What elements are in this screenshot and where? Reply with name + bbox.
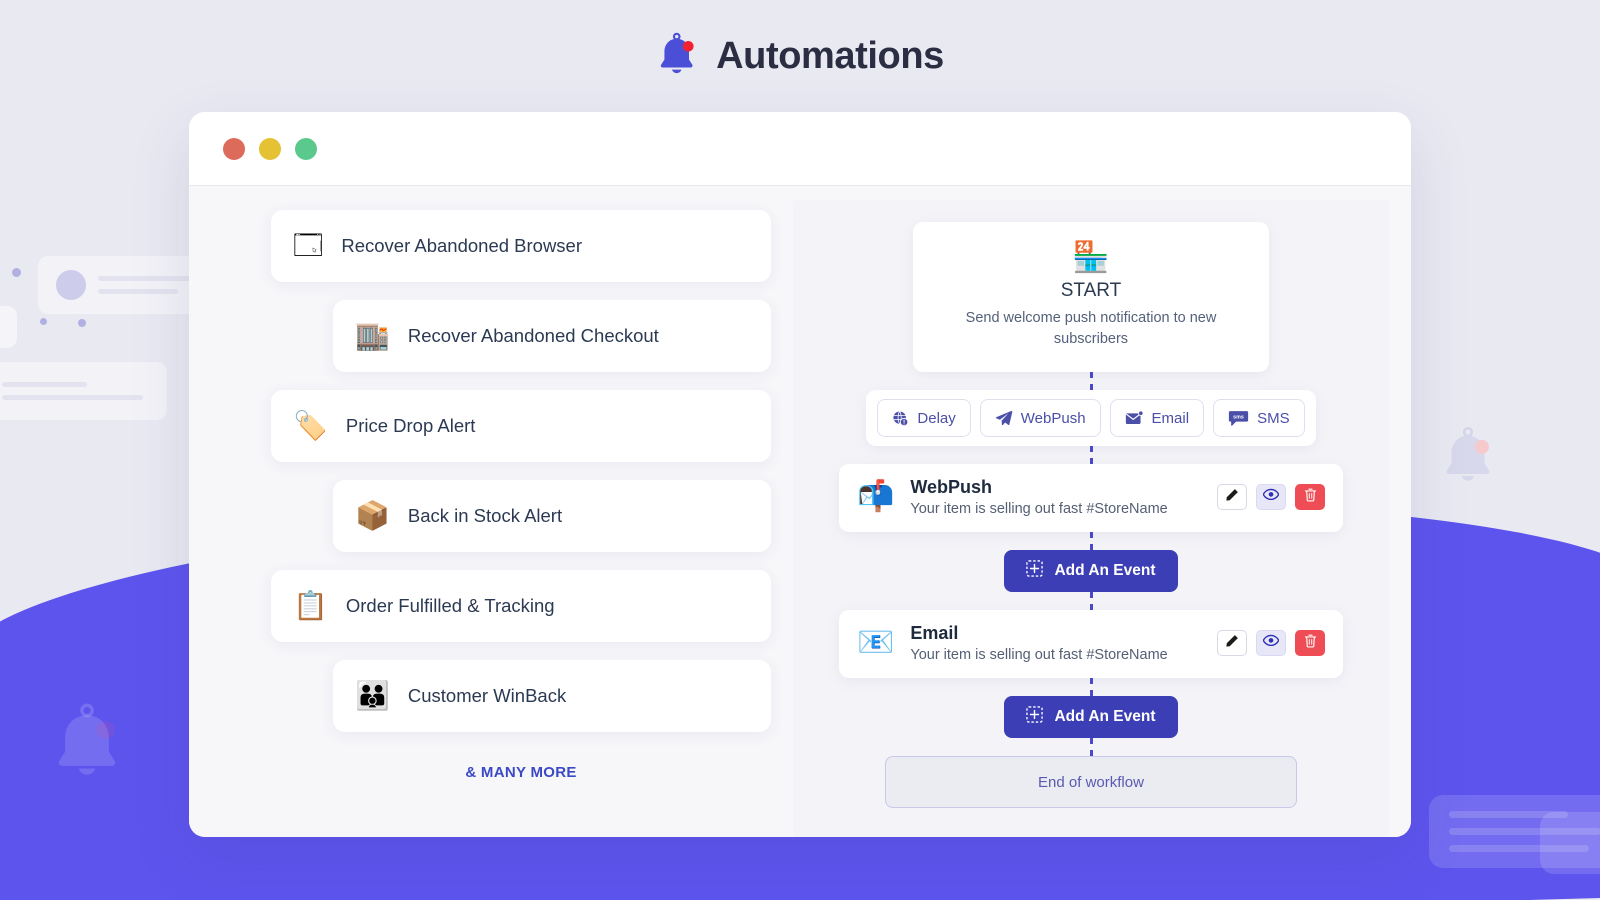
trash-icon	[1304, 634, 1317, 653]
stock-box-icon: 📦	[355, 500, 390, 531]
decorative-ghost-card	[0, 306, 17, 348]
decorative-dot	[40, 318, 47, 325]
action-chip-label: Delay	[917, 409, 956, 427]
browser-window-icon: 🗔️	[293, 230, 324, 261]
action-chip-label: Email	[1151, 409, 1190, 427]
trash-icon	[1304, 488, 1317, 507]
sms-bubble-icon: sms	[1228, 410, 1249, 427]
maximize-dot[interactable]	[295, 137, 317, 160]
template-card-label: Order Fulfilled & Tracking	[345, 595, 555, 616]
close-dot[interactable]	[223, 137, 245, 160]
event-type-toolbar: Delay WebPush Email sms SMS	[866, 390, 1316, 447]
workflow-connector	[1089, 678, 1093, 697]
clock-globe-icon	[892, 410, 909, 427]
template-card-back-in-stock-alert[interactable]: 📦 Back in Stock Alert	[333, 480, 771, 552]
start-node-subtitle: Send welcome push notification to new su…	[965, 310, 1217, 348]
decorative-ghost-card	[0, 362, 167, 420]
page-header: Automations	[0, 0, 1600, 112]
customers-hearts-icon: 👪	[355, 680, 390, 711]
page-title: Automations	[716, 34, 944, 77]
event-card-title: WebPush	[910, 477, 993, 498]
action-chip-webpush[interactable]: WebPush	[979, 399, 1101, 438]
pencil-icon	[1225, 488, 1239, 507]
end-of-workflow-label: End of workflow	[1038, 773, 1144, 791]
bell-notification-icon	[656, 30, 700, 82]
browser-window-mockup: 🗔️ Recover Abandoned Browser 🏬 Recover A…	[189, 112, 1411, 837]
template-card-label: Back in Stock Alert	[407, 505, 563, 526]
template-card-label: Price Drop Alert	[345, 415, 476, 436]
end-of-workflow-banner: End of workflow	[885, 756, 1297, 809]
workflow-connector	[1089, 446, 1093, 465]
add-square-icon	[1026, 706, 1044, 728]
storefront-icon: 🏪	[1072, 241, 1110, 274]
workflow-canvas: 🏪 START Send welcome push notification t…	[793, 200, 1389, 837]
add-event-button-1[interactable]: Add An Event	[1004, 550, 1178, 593]
webpush-badge-icon: 📬	[857, 480, 895, 514]
price-tags-icon: 🏷️	[293, 410, 328, 441]
ghost-avatar	[56, 270, 86, 300]
storefront-cart-icon: 🏬	[355, 320, 390, 351]
action-chip-email[interactable]: Email	[1109, 399, 1205, 438]
paper-plane-icon	[995, 409, 1013, 427]
delete-event-button[interactable]	[1295, 630, 1325, 657]
workflow-connector	[1089, 592, 1093, 611]
workflow-start-node[interactable]: 🏪 START Send welcome push notification t…	[913, 222, 1269, 373]
workflow-connector	[1089, 532, 1093, 551]
preview-event-button[interactable]	[1256, 484, 1286, 511]
many-more-link[interactable]: & MANY MORE	[271, 764, 771, 781]
template-card-label: Recover Abandoned Checkout	[407, 325, 659, 346]
action-chip-sms[interactable]: sms SMS	[1213, 399, 1305, 438]
envelope-icon	[1125, 410, 1144, 426]
edit-event-button[interactable]	[1217, 630, 1247, 657]
start-node-title: START	[1060, 280, 1122, 301]
pencil-icon	[1225, 634, 1239, 653]
template-card-label: Customer WinBack	[407, 685, 567, 706]
template-card-customer-winback[interactable]: 👪 Customer WinBack	[333, 660, 771, 732]
eye-icon	[1262, 634, 1280, 652]
delete-event-button[interactable]	[1295, 484, 1325, 511]
workflow-connector	[1089, 738, 1093, 757]
event-card-actions	[1217, 630, 1325, 657]
window-body: 🗔️ Recover Abandoned Browser 🏬 Recover A…	[189, 186, 1411, 837]
workflow-event-card-email[interactable]: 📧 Email Your item is selling out fast #S…	[839, 610, 1343, 679]
template-card-order-fulfilled-tracking[interactable]: 📋 Order Fulfilled & Tracking	[271, 570, 771, 642]
eye-icon	[1262, 488, 1280, 506]
edit-event-button[interactable]	[1217, 484, 1247, 511]
clipboard-parcel-icon: 📋	[293, 590, 328, 621]
template-card-recover-abandoned-checkout[interactable]: 🏬 Recover Abandoned Checkout	[333, 300, 771, 372]
email-envelope-icon: 📧	[857, 626, 895, 660]
svg-text:sms: sms	[1233, 414, 1244, 420]
add-event-button-2[interactable]: Add An Event	[1004, 696, 1178, 739]
action-chip-label: WebPush	[1020, 409, 1086, 427]
workflow-event-card-webpush[interactable]: 📬 WebPush Your item is selling out fast …	[839, 464, 1343, 533]
event-card-actions	[1217, 484, 1325, 511]
action-chip-delay[interactable]: Delay	[877, 399, 971, 438]
template-card-recover-abandoned-browser[interactable]: 🗔️ Recover Abandoned Browser	[271, 210, 771, 282]
add-event-button-label: Add An Event	[1054, 708, 1156, 726]
template-card-label: Recover Abandoned Browser	[341, 235, 583, 256]
event-card-subtitle: Your item is selling out fast #StoreName	[910, 501, 1168, 518]
decorative-ghost-card	[1540, 812, 1600, 874]
event-card-title: Email	[910, 623, 959, 644]
minimize-dot[interactable]	[259, 137, 281, 160]
decorative-dot	[12, 268, 21, 277]
bell-watermark-icon	[1437, 424, 1499, 494]
workflow-connector	[1089, 372, 1093, 391]
event-card-subtitle: Your item is selling out fast #StoreName	[910, 647, 1168, 664]
template-card-price-drop-alert[interactable]: 🏷️ Price Drop Alert	[271, 390, 771, 462]
window-titlebar	[189, 112, 1411, 186]
bell-watermark-icon	[46, 700, 128, 792]
preview-event-button[interactable]	[1256, 630, 1286, 657]
decorative-dot	[78, 319, 86, 327]
add-event-button-label: Add An Event	[1054, 562, 1156, 580]
action-chip-label: SMS	[1257, 409, 1290, 427]
add-square-icon	[1026, 560, 1044, 582]
automation-templates-panel: 🗔️ Recover Abandoned Browser 🏬 Recover A…	[211, 200, 793, 837]
